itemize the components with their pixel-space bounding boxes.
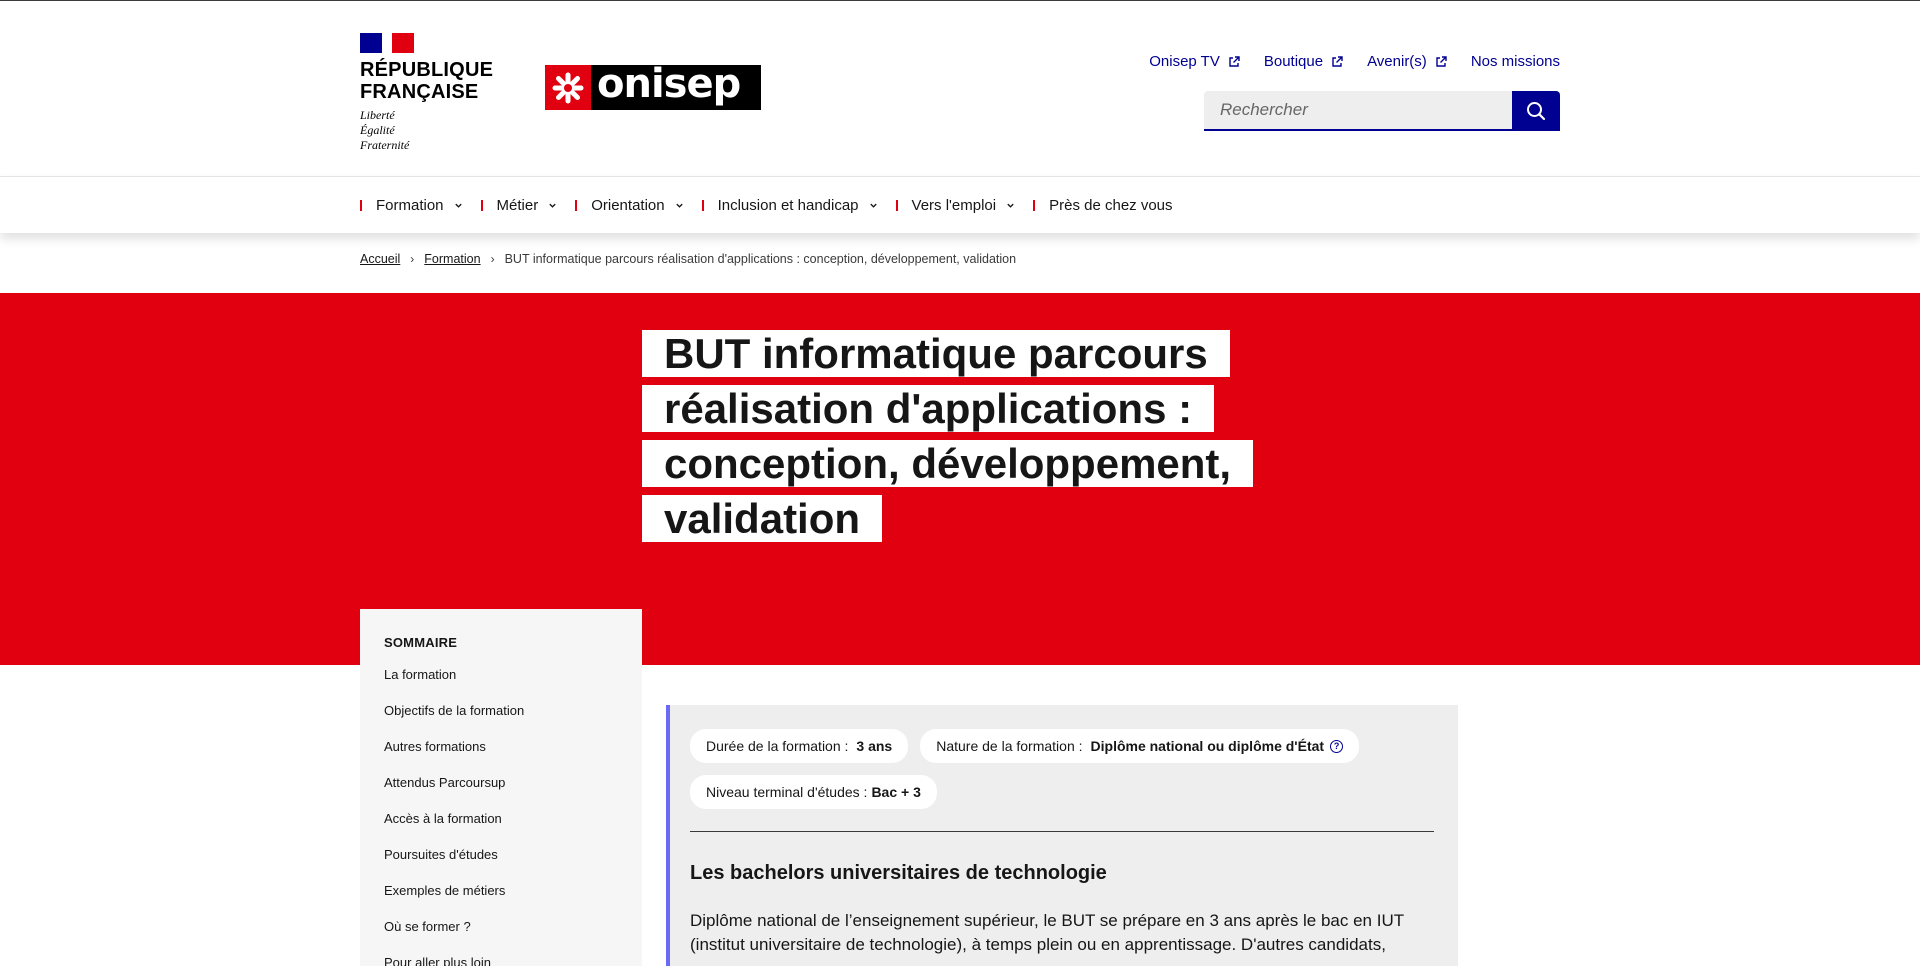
rf-name-line1: RÉPUBLIQUE [360, 59, 494, 81]
toc-item-pour-aller-plus-loin[interactable]: Pour aller plus loin [384, 955, 618, 966]
chevron-down-icon [675, 203, 683, 208]
nav-item-label: Inclusion et handicap [717, 196, 859, 214]
rf-motto: Liberté Égalité Fraternité [360, 108, 490, 153]
search-bar [1204, 91, 1560, 131]
external-link-icon [1436, 55, 1447, 67]
external-link-icon [1332, 55, 1343, 67]
onisep-star-icon [545, 65, 591, 110]
site-header: RÉPUBLIQUE FRANÇAISE Liberté Égalité Fra… [0, 1, 1920, 176]
formation-summary-card: Durée de la formation : 3 ans Nature de … [666, 705, 1458, 966]
nav-item-label: Métier [496, 196, 539, 214]
quicklink-boutique[interactable]: Boutique [1264, 53, 1343, 70]
main-navigation: Formation Métier Orientation Inclusion e… [0, 176, 1920, 233]
toc-item-attendus-parcoursup[interactable]: Attendus Parcoursup [384, 775, 618, 811]
toc-item-autres-formations[interactable]: Autres formations [384, 739, 618, 775]
marianne-flag-icon [360, 33, 414, 53]
tag-value: Diplôme national ou diplôme d'État [1090, 738, 1325, 754]
search-button[interactable] [1512, 91, 1560, 131]
nav-marker [575, 199, 578, 211]
rf-motto-1: Liberté [360, 108, 395, 122]
page-title: BUT informatique parcours réalisation d'… [642, 326, 1254, 546]
nav-marker [360, 199, 362, 211]
quicklink-nos-missions[interactable]: Nos missions [1471, 53, 1560, 70]
tag-nature: Nature de la formation : Diplôme nationa… [920, 729, 1360, 763]
breadcrumb-formation-link[interactable]: Formation [424, 252, 480, 266]
quicklink-avenirs[interactable]: Avenir(s) [1367, 53, 1447, 70]
chevron-right-icon: › [490, 252, 495, 266]
search-input[interactable] [1204, 91, 1512, 131]
quicklink-label: Nos missions [1470, 53, 1560, 70]
breadcrumb-home-link[interactable]: Accueil [360, 252, 400, 266]
nav-item-label: Près de chez vous [1049, 196, 1173, 214]
nav-marker [480, 199, 483, 211]
page-title-text: BUT informatique parcours réalisation d'… [642, 330, 1254, 542]
tag-value: 3 ans [856, 738, 893, 754]
nav-item-label: Formation [376, 196, 444, 214]
republique-francaise-logo[interactable]: RÉPUBLIQUE FRANÇAISE Liberté Égalité Fra… [360, 33, 494, 153]
quick-links: Onisep TV Boutique Avenir(s) Nos mission… [1149, 53, 1560, 70]
chevron-down-icon [454, 203, 462, 208]
toc-item-acces-formation[interactable]: Accès à la formation [384, 811, 618, 847]
external-link-icon [1229, 55, 1240, 67]
rf-name: RÉPUBLIQUE FRANÇAISE [360, 59, 494, 103]
tag-label: Nature de la formation : [936, 738, 1083, 754]
tag-value: Bac + 3 [871, 784, 921, 800]
nav-item-vers-emploi[interactable]: Vers l'emploi [895, 196, 1016, 214]
nav-item-orientation[interactable]: Orientation [575, 197, 683, 214]
quicklink-label: Onisep TV [1149, 53, 1220, 70]
section-paragraph: Diplôme national de l’enseignement supér… [690, 911, 1404, 954]
rf-motto-3: Fraternité [360, 138, 410, 152]
breadcrumb-current: BUT informatique parcours réalisation d'… [504, 252, 1017, 266]
onisep-logo[interactable]: onisep [545, 61, 761, 110]
chevron-down-icon [1007, 203, 1014, 208]
formation-tags: Durée de la formation : 3 ans Nature de … [690, 729, 1430, 809]
toc-item-la-formation[interactable]: La formation [384, 667, 618, 703]
nav-item-pres-de-chez-vous[interactable]: Près de chez vous [1033, 196, 1173, 214]
divider [690, 831, 1434, 832]
nav-item-inclusion-handicap[interactable]: Inclusion et handicap [701, 196, 878, 214]
chevron-down-icon [869, 203, 877, 208]
nav-marker [895, 199, 898, 211]
section-heading: Les bachelors universitaires de technolo… [690, 862, 1107, 884]
nav-item-label: Vers l'emploi [911, 196, 997, 214]
tag-label: Niveau terminal d'études : [706, 784, 868, 800]
tag-niveau: Niveau terminal d'études : Bac + 3 [690, 775, 937, 809]
nav-item-metier[interactable]: Métier [480, 196, 558, 214]
help-icon[interactable]: ? [1330, 739, 1344, 753]
table-of-contents: SOMMAIRE La formation Objectifs de la fo… [360, 609, 642, 966]
search-icon [1527, 102, 1546, 121]
nav-marker [1033, 199, 1036, 211]
breadcrumb: Accueil › Formation › BUT informatique p… [360, 252, 1016, 266]
toc-item-poursuites-etudes[interactable]: Poursuites d'études [384, 847, 618, 883]
nav-item-label: Orientation [591, 196, 665, 214]
onisep-logo-text: onisep [597, 61, 741, 107]
tag-duree: Durée de la formation : 3 ans [690, 729, 909, 763]
nav-marker [701, 199, 704, 211]
chevron-down-icon [549, 203, 556, 208]
toc-title: SOMMAIRE [384, 635, 458, 650]
toc-item-objectifs[interactable]: Objectifs de la formation [384, 703, 618, 739]
tag-label: Durée de la formation : [706, 738, 849, 754]
rf-name-line2: FRANÇAISE [360, 81, 479, 103]
nav-item-formation[interactable]: Formation [360, 197, 463, 214]
quicklink-onisep-tv[interactable]: Onisep TV [1149, 53, 1240, 70]
rf-motto-2: Égalité [360, 123, 395, 137]
quicklink-label: Avenir(s) [1367, 53, 1427, 70]
toc-item-exemples-metiers[interactable]: Exemples de métiers [384, 883, 618, 919]
quicklink-label: Boutique [1263, 53, 1324, 70]
asterisk-icon [552, 72, 584, 103]
toc-item-ou-se-former[interactable]: Où se former ? [384, 919, 618, 955]
chevron-right-icon: › [410, 252, 415, 266]
